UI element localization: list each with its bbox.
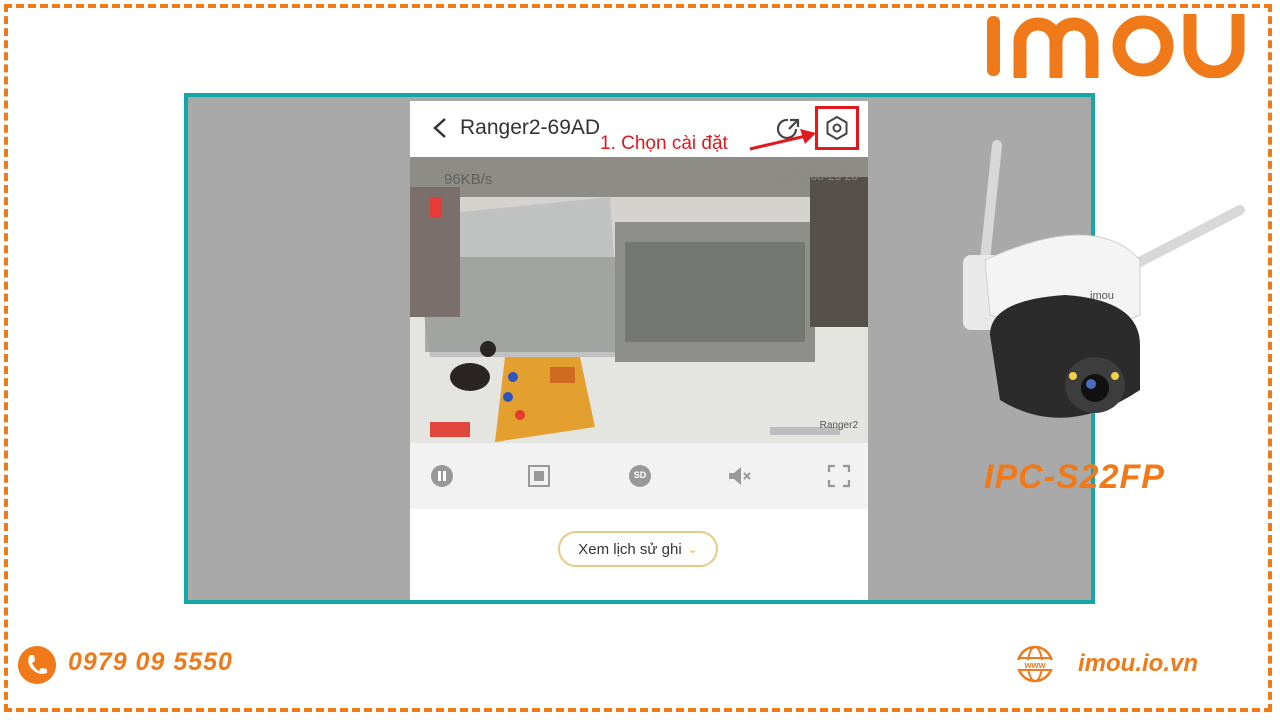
settings-icon[interactable] [825,116,849,140]
website-link[interactable]: imou.io.vn [1078,650,1198,678]
control-bar: SD [410,443,868,509]
globe-www-icon: www [1012,645,1058,683]
phone-screen: Ranger2-69AD 1. Chọn cài đặt 96KB/s 2021… [410,101,868,600]
video-timestamp: 2021-08-26 20 [779,169,858,183]
multiscreen-icon[interactable] [526,463,552,489]
bitrate-readout: 96KB/s [444,171,493,188]
double-chevron-down-icon: ⌄ [687,542,698,556]
sd-label: SD [633,470,647,480]
live-video-feed[interactable]: 96KB/s 2021-08-26 20 Ranger2 [410,157,868,443]
back-arrow-icon[interactable] [432,117,448,139]
annotation-arrow [749,129,816,151]
mute-icon[interactable] [726,463,752,489]
svg-text:www: www [1023,660,1046,670]
store-scene [410,157,868,443]
phone-icon [18,646,56,684]
product-model-label: IPC-S22FP [984,458,1165,496]
view-recording-history-button[interactable]: Xem lịch sử ghi ⌄ [558,531,718,567]
settings-highlight [815,106,859,150]
sd-quality-icon[interactable]: SD [627,463,653,489]
hotline-number[interactable]: 0979 09 5550 [68,648,233,677]
playback-label: Xem lịch sử ghi [578,540,682,558]
imou-logo [987,14,1245,78]
device-title: Ranger2-69AD [460,116,601,139]
camera-tag: Ranger2 [819,420,858,431]
product-body-logo: imou [1090,290,1114,302]
step-annotation: 1. Chọn cài đặt [600,133,728,154]
pause-icon[interactable] [429,463,455,489]
fullscreen-icon[interactable] [826,463,852,489]
app-header: Ranger2-69AD 1. Chọn cài đặt [410,101,868,157]
